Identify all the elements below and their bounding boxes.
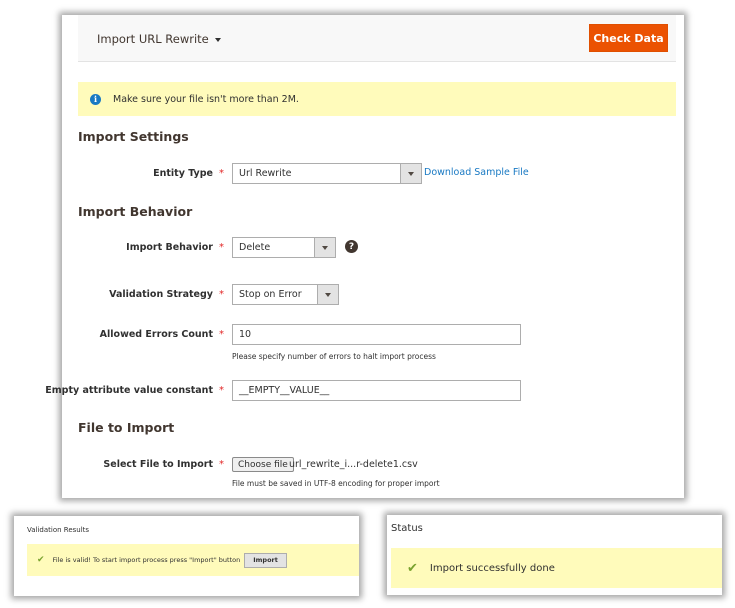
validation-strategy-value: Stop on Error	[239, 289, 302, 300]
check-data-button[interactable]: Check Data	[589, 24, 668, 52]
required-marker: *	[219, 459, 224, 470]
choose-file-button[interactable]: Choose file	[232, 457, 294, 472]
empty-attr-input[interactable]: __EMPTY__VALUE__	[232, 380, 521, 401]
chevron-down-icon	[317, 285, 338, 304]
required-marker: *	[219, 329, 224, 340]
validation-results-panel: Validation Results ✔ File is valid! To s…	[14, 516, 359, 596]
import-behavior-value: Delete	[239, 242, 271, 253]
info-icon: i	[90, 93, 101, 105]
required-marker: *	[219, 385, 224, 396]
download-sample-file-link[interactable]: Download Sample File	[424, 167, 529, 178]
help-icon[interactable]: ?	[345, 240, 358, 253]
entity-type-select[interactable]: Url Rewrite	[232, 163, 422, 184]
required-marker: *	[219, 168, 224, 179]
select-file-label: Select File to Import	[103, 459, 213, 470]
entity-type-label: Entity Type	[153, 168, 213, 179]
page-title-dropdown[interactable]: Import URL Rewrite	[97, 32, 221, 46]
import-form-panel: Import URL Rewrite Check Data i Make sur…	[45, 15, 684, 498]
import-button[interactable]: Import	[244, 552, 287, 568]
file-encoding-note: File must be saved in UTF-8 encoding for…	[232, 479, 440, 488]
validation-strategy-select[interactable]: Stop on Error	[232, 284, 339, 305]
required-marker: *	[219, 289, 224, 300]
entity-type-value: Url Rewrite	[239, 168, 292, 179]
selected-file-name: url_rewrite_i...r-delete1.csv	[289, 459, 418, 470]
import-behavior-select[interactable]: Delete	[232, 237, 336, 258]
page-title-text: Import URL Rewrite	[97, 32, 209, 46]
check-icon: ✔	[407, 560, 418, 576]
notice-text: Make sure your file isn't more than 2M.	[113, 93, 299, 105]
chevron-down-icon	[314, 238, 335, 257]
caret-down-icon	[214, 37, 221, 42]
page-header: Import URL Rewrite Check Data	[78, 15, 676, 62]
allowed-errors-label: Allowed Errors Count	[99, 329, 213, 340]
section-file-to-import: File to Import	[78, 420, 175, 435]
validation-message: File is valid! To start import process p…	[52, 556, 241, 564]
import-behavior-label: Import Behavior	[126, 242, 213, 253]
empty-attr-label: Empty attribute value constant	[45, 385, 213, 396]
validation-results-title: Validation Results	[27, 526, 90, 534]
allowed-errors-input[interactable]: 10	[232, 324, 521, 345]
chevron-down-icon	[400, 164, 421, 183]
status-message: Import successfully done	[429, 562, 555, 574]
status-panel: Status ✔ Import successfully done	[387, 515, 722, 595]
section-import-behavior: Import Behavior	[78, 204, 193, 219]
file-size-notice: i Make sure your file isn't more than 2M…	[78, 82, 676, 116]
validation-message-bar: ✔ File is valid! To start import process…	[27, 544, 359, 576]
check-icon: ✔	[37, 555, 45, 565]
validation-strategy-label: Validation Strategy	[109, 289, 213, 300]
status-title: Status	[391, 523, 423, 534]
section-import-settings: Import Settings	[78, 129, 189, 144]
status-message-bar: ✔ Import successfully done	[391, 548, 722, 588]
required-marker: *	[219, 242, 224, 253]
allowed-errors-note: Please specify number of errors to halt …	[232, 352, 436, 361]
